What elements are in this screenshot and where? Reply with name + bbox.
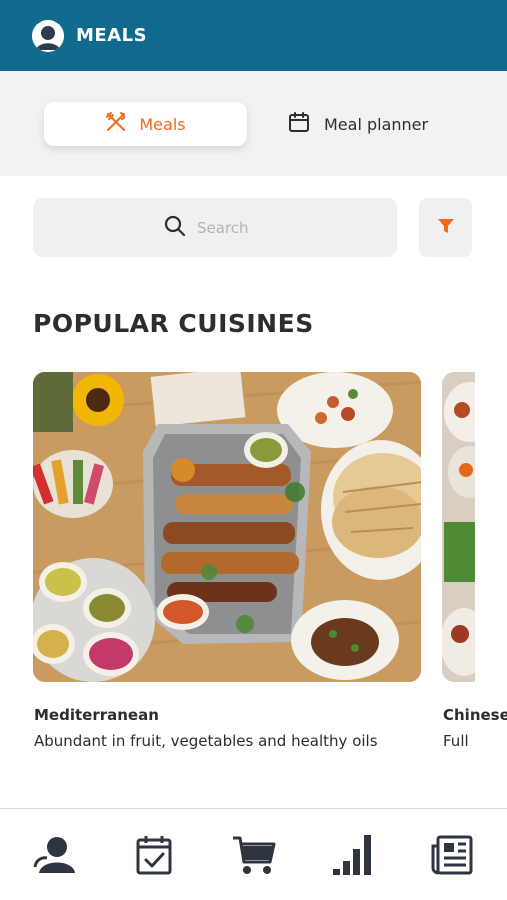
bottom-navigation: [0, 808, 507, 900]
tab-meal-planner[interactable]: Meal planner: [288, 102, 458, 146]
filter-icon: [437, 217, 455, 239]
section-title: POPULAR CUISINES: [33, 309, 314, 338]
page-title: MEALS: [76, 25, 148, 46]
cuisine-name: Chinese: [443, 706, 507, 724]
calendar-icon: [288, 111, 310, 137]
cuisine-card-chinese[interactable]: Chinese Full: [442, 372, 507, 772]
tab-meal-planner-label: Meal planner: [324, 114, 429, 134]
filter-button[interactable]: [419, 198, 472, 257]
nav-stats[interactable]: [331, 835, 375, 879]
cuisine-description: Full: [443, 732, 469, 750]
nav-planner[interactable]: [132, 835, 176, 879]
tab-meals-label: Meals: [139, 114, 186, 134]
nav-cart[interactable]: [232, 835, 276, 879]
cuisine-card-mediterranean[interactable]: Mediterranean Abundant in fruit, vegetab…: [33, 372, 421, 750]
profile-icon: [33, 835, 77, 879]
nav-profile[interactable]: [33, 835, 77, 879]
cart-icon: [232, 834, 276, 880]
user-avatar-icon[interactable]: [32, 20, 64, 52]
tab-meals[interactable]: Meals: [44, 102, 247, 146]
fork-knife-icon: [105, 111, 127, 137]
news-icon: [430, 834, 474, 880]
cuisine-image[interactable]: [33, 372, 421, 682]
search-input[interactable]: [197, 218, 267, 237]
nav-news[interactable]: [430, 835, 474, 879]
bar-chart-icon: [331, 833, 375, 881]
cuisine-description: Abundant in fruit, vegetables and health…: [34, 732, 378, 750]
search-icon: [163, 214, 187, 242]
cuisine-image[interactable]: [442, 372, 475, 682]
search-bar[interactable]: [33, 198, 397, 257]
calendar-check-icon: [134, 834, 174, 880]
top-app-bar: MEALS: [0, 0, 507, 71]
cuisine-name: Mediterranean: [34, 706, 159, 724]
